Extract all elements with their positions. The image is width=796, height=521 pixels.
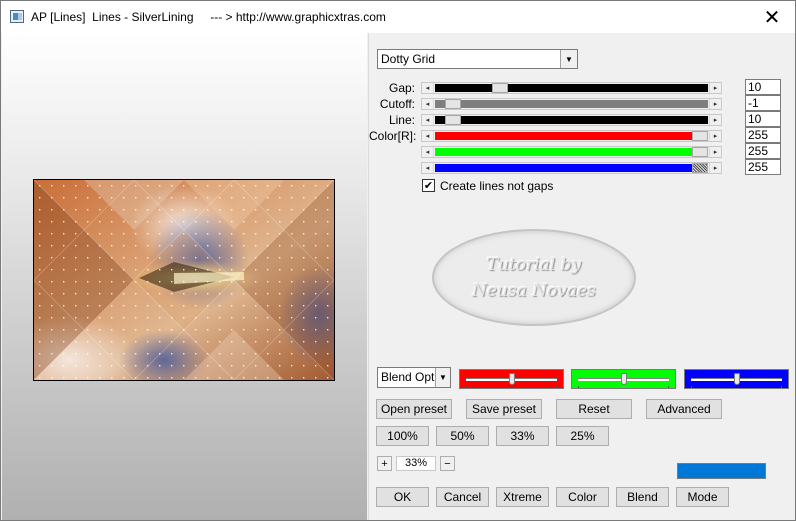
line-value-field[interactable]: 10 <box>745 111 781 127</box>
color-swatch[interactable] <box>677 463 766 479</box>
app-icon <box>10 10 24 23</box>
color-b-slider-track[interactable] <box>435 163 708 173</box>
blend-options-value: Blend Optio <box>381 370 435 384</box>
color-g-slider[interactable]: ◂ ▸ <box>421 146 722 158</box>
zoom-out-button[interactable]: − <box>440 456 455 471</box>
cutoff-value-field[interactable]: -1 <box>745 95 781 111</box>
preview-artwork <box>34 180 334 380</box>
cutoff-label: Cutoff: <box>379 97 415 111</box>
line-slider-groove <box>435 116 708 124</box>
zoom-in-button[interactable]: + <box>377 456 392 471</box>
color-g-slider-track[interactable] <box>435 147 708 157</box>
red-blend-ticks <box>466 386 557 388</box>
blue-blend-thumb[interactable] <box>734 373 740 385</box>
chevron-down-icon[interactable]: ▼ <box>435 368 450 387</box>
color-button[interactable]: Color <box>556 487 609 507</box>
color-b-slider-thumb[interactable] <box>692 163 708 173</box>
gap-value-field[interactable]: 10 <box>745 79 781 95</box>
window-title: AP [Lines] Lines - SilverLining --- > ht… <box>31 10 386 24</box>
open-preset-button[interactable]: Open preset <box>376 399 452 419</box>
green-blend-thumb[interactable] <box>621 373 627 385</box>
slider-left-arrow-icon[interactable]: ◂ <box>422 147 434 157</box>
style-dropdown[interactable]: Dotty Grid ▼ <box>377 49 578 69</box>
green-blend-ticks <box>578 386 669 388</box>
blend-button[interactable]: Blend <box>616 487 669 507</box>
create-lines-label: Create lines not gaps <box>440 179 554 193</box>
color-r-slider-thumb[interactable] <box>692 131 708 141</box>
slider-left-arrow-icon[interactable]: ◂ <box>422 163 434 173</box>
gap-slider[interactable]: ◂ ▸ <box>421 82 722 94</box>
red-blend-thumb[interactable] <box>509 373 515 385</box>
gap-slider-thumb[interactable] <box>492 83 508 93</box>
slider-left-arrow-icon[interactable]: ◂ <box>422 83 434 93</box>
advanced-button[interactable]: Advanced <box>646 399 722 419</box>
color-b-slider[interactable]: ◂ ▸ <box>421 162 722 174</box>
cutoff-slider-groove <box>435 100 708 108</box>
close-button[interactable]: ✕ <box>749 1 795 33</box>
zoom-25-button[interactable]: 25% <box>556 426 609 446</box>
xtreme-button[interactable]: Xtreme <box>496 487 549 507</box>
blue-blend-ticks <box>691 386 782 388</box>
color-g-slider-thumb[interactable] <box>692 147 708 157</box>
cutoff-slider[interactable]: ◂ ▸ <box>421 98 722 110</box>
blue-blend-slider[interactable] <box>684 369 789 389</box>
gap-slider-fill <box>435 84 708 92</box>
color-r-label: Color[R]: <box>369 129 417 143</box>
line-slider-track[interactable] <box>435 115 708 125</box>
gap-slider-track[interactable] <box>435 83 708 93</box>
color-g-slider-fill <box>435 148 708 156</box>
reset-button[interactable]: Reset <box>556 399 632 419</box>
save-preset-button[interactable]: Save preset <box>466 399 542 419</box>
red-blend-slider[interactable] <box>459 369 564 389</box>
slider-right-arrow-icon[interactable]: ▸ <box>709 131 721 141</box>
color-r-slider-fill <box>435 132 708 140</box>
zoom-value-field[interactable]: 33% <box>396 456 436 471</box>
watermark-line-2: Neusa Novaes <box>472 281 596 301</box>
color-r-slider-track[interactable] <box>435 131 708 141</box>
slider-right-arrow-icon[interactable]: ▸ <box>709 163 721 173</box>
slider-right-arrow-icon[interactable]: ▸ <box>709 83 721 93</box>
preview-image[interactable] <box>33 179 335 381</box>
title-bar: AP [Lines] Lines - SilverLining --- > ht… <box>1 1 795 33</box>
slider-left-arrow-icon[interactable]: ◂ <box>422 99 434 109</box>
slider-left-arrow-icon[interactable]: ◂ <box>422 115 434 125</box>
zoom-50-button[interactable]: 50% <box>436 426 489 446</box>
cutoff-slider-track[interactable] <box>435 99 708 109</box>
line-slider[interactable]: ◂ ▸ <box>421 114 722 126</box>
watermark-logo: Tutorial by Neusa Novaes <box>432 229 636 326</box>
color-g-value-field[interactable]: 255 <box>745 143 781 159</box>
color-r-value-field[interactable]: 255 <box>745 127 781 143</box>
chevron-down-icon[interactable]: ▼ <box>560 50 577 68</box>
watermark-line-1: Tutorial by <box>486 255 582 275</box>
slider-right-arrow-icon[interactable]: ▸ <box>709 115 721 125</box>
preview-pane <box>2 33 367 520</box>
style-dropdown-value: Dotty Grid <box>381 52 436 66</box>
zoom-33-button[interactable]: 33% <box>496 426 549 446</box>
green-blend-slider[interactable] <box>571 369 676 389</box>
create-lines-checkbox[interactable]: ✔ <box>422 179 435 192</box>
color-b-value-field[interactable]: 255 <box>745 159 781 175</box>
plugin-window: AP [Lines] Lines - SilverLining --- > ht… <box>0 0 796 521</box>
slider-right-arrow-icon[interactable]: ▸ <box>709 99 721 109</box>
zoom-100-button[interactable]: 100% <box>376 426 429 446</box>
color-r-slider[interactable]: ◂ ▸ <box>421 130 722 142</box>
mode-button[interactable]: Mode <box>676 487 729 507</box>
controls-pane: Dotty Grid ▼ Gap: ◂ ▸ 10 Cutoff: ◂ ▸ -1 … <box>368 33 795 520</box>
slider-right-arrow-icon[interactable]: ▸ <box>709 147 721 157</box>
ok-button[interactable]: OK <box>376 487 429 507</box>
cancel-button[interactable]: Cancel <box>436 487 489 507</box>
gap-label: Gap: <box>388 81 415 95</box>
blend-options-dropdown[interactable]: Blend Optio ▼ <box>377 367 451 388</box>
color-b-slider-fill <box>435 164 708 172</box>
line-slider-thumb[interactable] <box>445 115 461 125</box>
cutoff-slider-thumb[interactable] <box>445 99 461 109</box>
line-label: Line: <box>388 113 415 127</box>
slider-left-arrow-icon[interactable]: ◂ <box>422 131 434 141</box>
